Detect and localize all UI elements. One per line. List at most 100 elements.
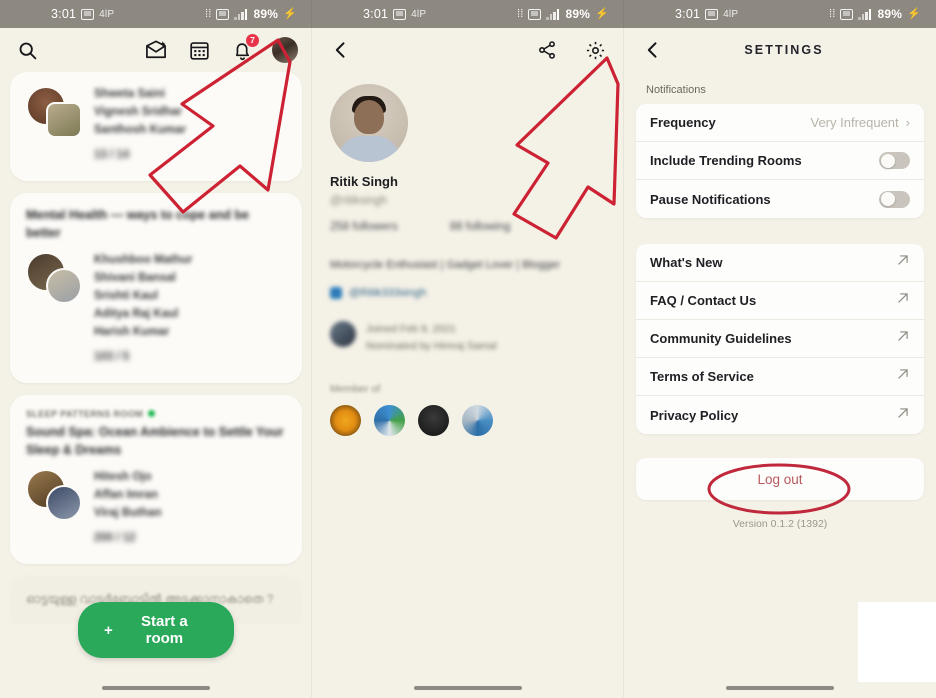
avatar	[46, 102, 82, 138]
start-a-room-label: Start a room	[141, 613, 188, 647]
speaker-names: Hitesh Ojo Affan Imran Viraj Buthan 200 …	[94, 469, 286, 548]
links-group: What's New FAQ / Contact Us Community Gu…	[636, 244, 924, 434]
setting-row-pause-notifications[interactable]: Pause Notifications	[636, 180, 924, 218]
feed-app: 7 Shweta Saini Vignesh Sridhar Santhosh …	[0, 28, 312, 698]
profile-picture[interactable]	[330, 84, 408, 162]
calculator-icon	[216, 8, 230, 20]
three-pane-screenshot: 3:01 4lP ⁞⁞ 89% ⚡ 7 Shweta Saini Vignesh…	[0, 0, 936, 698]
charging-bolt-icon: ⚡	[907, 7, 921, 20]
avatar-stack	[26, 86, 82, 140]
room-meta: 103 / 5	[94, 350, 130, 363]
data-speed-icon: ⁞⁞	[828, 7, 836, 20]
club-avatar[interactable]	[462, 404, 493, 436]
logout-button[interactable]: Log out	[636, 458, 924, 500]
room-card[interactable]: Mental Health — ways to cope and be bett…	[10, 192, 302, 383]
white-overlay-box	[858, 602, 936, 682]
room-card[interactable]: Shweta Saini Vignesh Sridhar Santhosh Ku…	[10, 72, 302, 181]
setting-label: Frequency	[650, 115, 716, 130]
room-title: Mental Health — ways to cope and be bett…	[26, 207, 249, 240]
link-label: Community Guidelines	[650, 331, 792, 346]
link-row-privacy-policy[interactable]: Privacy Policy	[636, 396, 924, 434]
pane-feed: 3:01 4lP ⁞⁞ 89% ⚡ 7 Shweta Saini Vignesh…	[0, 0, 312, 698]
sim-label: 4lP	[411, 8, 427, 20]
start-a-room-button[interactable]: + Start a room	[78, 602, 234, 658]
room-kicker-text: SLEEP PATTERNS ROOM	[26, 408, 144, 419]
bell-icon[interactable]: 7	[229, 34, 259, 63]
back-icon[interactable]	[640, 37, 666, 63]
speaker-name: Harish Kumar	[94, 326, 170, 338]
twitter-handle: @Ritik333singh	[349, 287, 427, 299]
setting-value: Very Infrequent	[810, 115, 899, 130]
battery-percent: 89%	[565, 7, 591, 21]
avatar	[46, 268, 82, 305]
link-label: What's New	[650, 255, 723, 270]
invite-icon[interactable]	[143, 37, 169, 63]
screenshot-icon	[81, 8, 95, 20]
twitter-icon	[330, 287, 342, 299]
back-icon[interactable]	[328, 37, 354, 63]
avatar-face	[354, 99, 384, 134]
following-count[interactable]: 88 following	[450, 221, 511, 233]
notifications-section-label: Notifications	[646, 84, 706, 96]
club-avatar[interactable]	[374, 404, 405, 436]
signal-icon	[546, 8, 560, 20]
speaker-name: Vignesh Sridhar	[94, 105, 182, 118]
club-avatar[interactable]	[418, 404, 449, 436]
external-link-icon	[896, 329, 910, 348]
nominator-avatar	[330, 321, 356, 347]
link-row-faq-contact-us[interactable]: FAQ / Contact Us	[636, 282, 924, 320]
status-bar-settings: 3:01 4lP ⁞⁞ 89% ⚡	[624, 0, 936, 28]
speaker-name: Srishti Kaul	[94, 290, 158, 303]
followers-count[interactable]: 258 followers	[330, 221, 398, 233]
chevron-right-icon: ›	[905, 115, 910, 130]
link-row-whats-new[interactable]: What's New	[636, 244, 924, 282]
calculator-icon	[840, 8, 854, 20]
notifications-group: Frequency Very Infrequent › Include Tren…	[636, 104, 924, 218]
setting-label: Pause Notifications	[650, 191, 771, 207]
pane-profile: 3:01 4lP ⁞⁞ 89% ⚡ Ritik Singh @ritiksing…	[312, 0, 624, 698]
search-icon[interactable]	[14, 37, 40, 63]
screenshot-icon	[705, 8, 719, 20]
avatar	[46, 485, 82, 522]
external-link-icon	[896, 367, 910, 386]
status-time: 3:01	[51, 7, 77, 21]
twitter-link[interactable]: @Ritik333singh	[330, 287, 624, 299]
speaker-names: Khushboo Mathur Shivani Bansal Srishti K…	[94, 252, 286, 367]
calendar-icon[interactable]	[186, 37, 212, 63]
avatar-shirt	[338, 136, 400, 162]
speaker-names: Shweta Saini Vignesh Sridhar Santhosh Ku…	[94, 86, 286, 165]
room-card[interactable]: SLEEP PATTERNS ROOM Sound Spa: Ocean Amb…	[10, 394, 302, 565]
speaker-name: Shweta Saini	[94, 88, 165, 100]
room-kicker: SLEEP PATTERNS ROOM	[26, 409, 286, 419]
speaker-name: Hitesh Ojo	[94, 471, 152, 484]
member-of-label: Member of	[330, 382, 381, 395]
external-link-icon	[896, 253, 910, 272]
gear-icon[interactable]	[582, 37, 608, 63]
club-avatar[interactable]	[330, 404, 361, 436]
toggle-pause-notifications[interactable]	[879, 190, 910, 208]
signal-icon	[858, 8, 872, 20]
link-label: Privacy Policy	[650, 407, 739, 423]
plus-icon: +	[104, 621, 113, 639]
battery-percent: 89%	[877, 7, 903, 21]
screenshot-icon	[393, 8, 407, 20]
toggle-include-trending-rooms[interactable]	[879, 152, 910, 169]
link-label: Terms of Service	[650, 369, 754, 384]
link-label: FAQ / Contact Us	[650, 293, 757, 308]
share-icon[interactable]	[534, 37, 560, 63]
profile-topbar	[312, 28, 624, 72]
avatar-stack	[26, 252, 82, 306]
signal-icon	[234, 8, 248, 20]
profile-avatar[interactable]	[272, 37, 298, 63]
link-row-community-guidelines[interactable]: Community Guidelines	[636, 320, 924, 358]
setting-row-frequency[interactable]: Frequency Very Infrequent ›	[636, 104, 924, 142]
sim-label: 4lP	[723, 8, 739, 20]
home-indicator	[726, 686, 834, 690]
settings-topbar: SETTINGS	[624, 28, 936, 72]
setting-row-include-trending-rooms[interactable]: Include Trending Rooms	[636, 142, 924, 180]
external-link-icon	[896, 291, 910, 310]
link-row-terms-of-service[interactable]: Terms of Service	[636, 358, 924, 396]
bell-badge: 7	[246, 34, 259, 47]
sim-label: 4lP	[99, 8, 115, 20]
data-speed-icon: ⁞⁞	[204, 7, 212, 20]
